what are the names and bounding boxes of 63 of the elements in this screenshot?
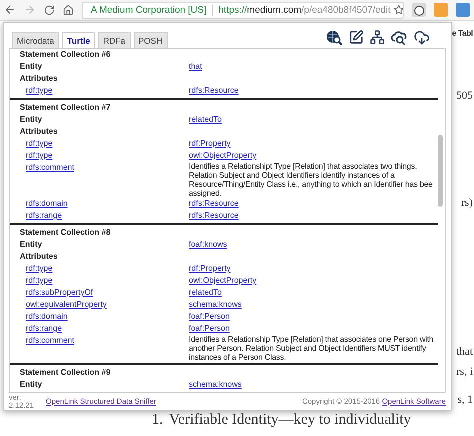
property-link[interactable]: rdfs:domain bbox=[26, 198, 68, 210]
cloud-download-icon[interactable] bbox=[414, 30, 430, 46]
value-link[interactable]: owl:ObjectProperty bbox=[189, 275, 257, 287]
entity-link[interactable]: that bbox=[189, 61, 202, 73]
globe-search-icon[interactable] bbox=[326, 30, 343, 46]
collection-title: Statement Collection #9 bbox=[20, 367, 112, 379]
value-link[interactable]: relatedTo bbox=[189, 287, 222, 299]
scrollbar-thumb[interactable] bbox=[438, 135, 443, 207]
property-link[interactable]: rdfs:subPropertyOf bbox=[26, 287, 94, 299]
property-link[interactable]: rdfs:comment bbox=[26, 162, 74, 198]
attributes-label: Attributes bbox=[20, 126, 59, 138]
property-link[interactable]: rdf:type bbox=[26, 275, 53, 287]
property-link[interactable]: rdfs:comment bbox=[26, 335, 74, 362]
page-text: rs, i bbox=[456, 366, 474, 378]
value-text: Identifies a Relationshipt Type [Relation] that associates two things. Relation Subject and Object Identifiers identify instances of a Resource/Thing/Entity Class i.e., anything to which an Identifier has bee assigned. bbox=[189, 162, 434, 198]
value-link[interactable]: foaf:Person bbox=[189, 323, 230, 335]
value-link[interactable]: owl:ObjectProperty bbox=[189, 150, 257, 162]
edit-icon[interactable] bbox=[349, 30, 364, 45]
entity-label: Entity bbox=[20, 239, 44, 251]
network-icon[interactable] bbox=[370, 30, 385, 45]
property-link[interactable]: rdfs:domain bbox=[26, 311, 68, 323]
attributes-label: Attributes bbox=[20, 73, 59, 85]
home-icon[interactable] bbox=[63, 4, 74, 16]
entity-link[interactable]: foaf:knows bbox=[189, 239, 228, 251]
bookmark-star-icon[interactable] bbox=[394, 5, 403, 15]
page-text: rs) bbox=[461, 197, 474, 209]
tab[interactable]: POSH bbox=[134, 32, 168, 48]
page-text: 505 bbox=[456, 90, 474, 102]
value-link[interactable]: rdfs:Resource bbox=[189, 210, 239, 222]
tab[interactable]: Turtle bbox=[62, 32, 96, 48]
value-link[interactable]: rdfs:Resource bbox=[189, 85, 239, 97]
value-link[interactable]: foaf:Person bbox=[189, 311, 230, 323]
entity-label: Entity bbox=[20, 61, 44, 73]
entity-link[interactable]: schema:knows bbox=[189, 379, 242, 391]
tab[interactable]: Microdata bbox=[12, 32, 60, 48]
collection-title: Statement Collection #7 bbox=[20, 102, 112, 114]
property-link[interactable]: rdf:type bbox=[26, 263, 53, 275]
address-bar[interactable]: A Medium Corporation [US] https://medium.com/p/ea480b8f4507/edit bbox=[82, 2, 404, 18]
reload-icon[interactable] bbox=[44, 4, 55, 16]
list-item: 1. Verifiable Identity—key to individuality bbox=[152, 412, 412, 429]
property-link[interactable]: rdf:type bbox=[26, 85, 53, 97]
entity-label: Entity bbox=[20, 114, 44, 126]
entity-link[interactable]: relatedTo bbox=[189, 114, 222, 126]
collection-title: Statement Collection #6 bbox=[20, 49, 112, 61]
property-link[interactable]: rdf:type bbox=[26, 150, 53, 162]
back-icon[interactable] bbox=[4, 4, 16, 16]
property-link[interactable]: rdf:type bbox=[26, 138, 53, 150]
entity-label: Entity bbox=[20, 379, 44, 391]
collection-title: Statement Collection #8 bbox=[20, 227, 112, 239]
value-link[interactable]: rdfs:Resource bbox=[189, 198, 239, 210]
page-text: e Tabl bbox=[452, 29, 474, 38]
cloud-search-icon[interactable] bbox=[391, 30, 408, 46]
page-text: s, 1 bbox=[458, 394, 474, 406]
value-text: Identifies a Relationship Type [Relation] that associates one Person with another Person. Relation Subject and Object Identifiers MUST identify instances of a Person Class. bbox=[189, 335, 435, 362]
property-link[interactable]: rdfs:range bbox=[26, 210, 62, 222]
value-link[interactable]: schema:knows bbox=[189, 299, 242, 311]
attributes-label: Attributes bbox=[20, 251, 59, 263]
value-link[interactable]: rdf:Property bbox=[189, 138, 231, 150]
tab[interactable]: RDFa bbox=[98, 32, 131, 48]
property-link[interactable]: owl:equivalentProperty bbox=[26, 299, 107, 311]
page-text: that bbox=[456, 346, 474, 358]
property-link[interactable]: rdfs:range bbox=[26, 323, 62, 335]
value-link[interactable]: rdf:Property bbox=[189, 263, 231, 275]
